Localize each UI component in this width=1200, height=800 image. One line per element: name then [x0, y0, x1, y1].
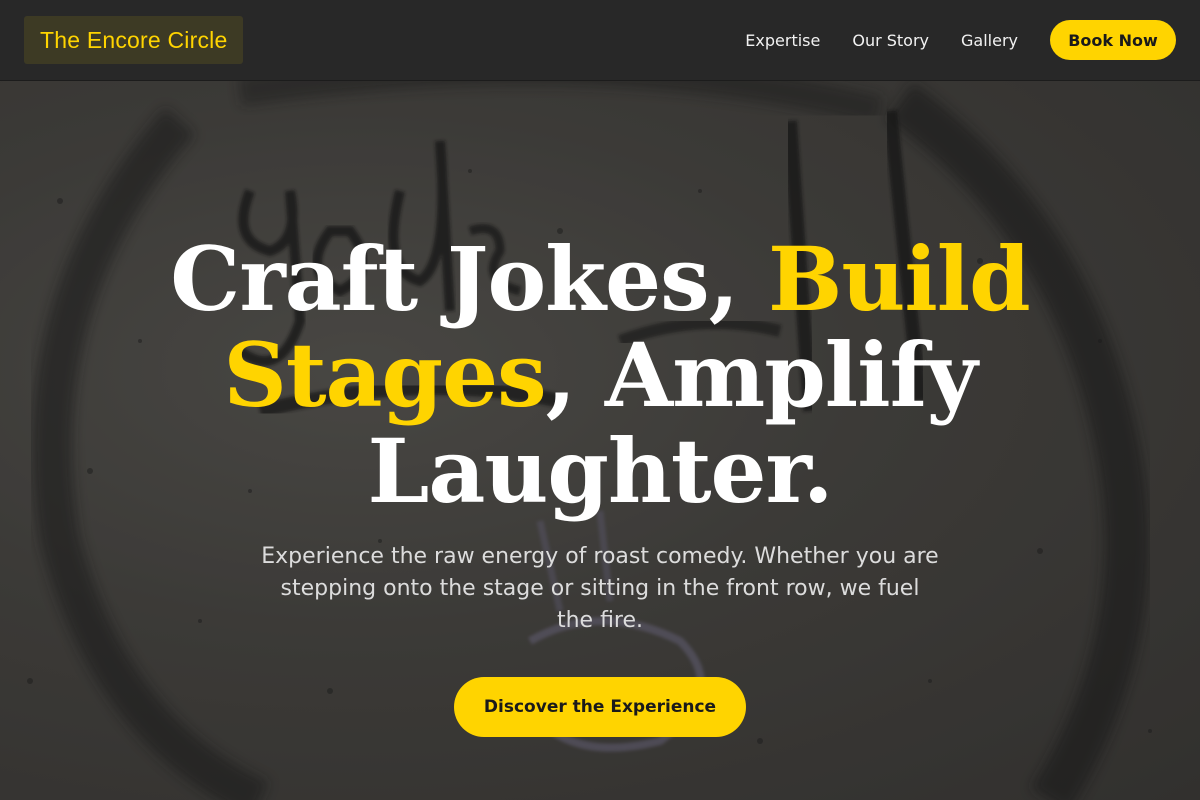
- nav-link-expertise[interactable]: Expertise: [745, 31, 820, 50]
- book-now-button[interactable]: Book Now: [1050, 20, 1176, 60]
- site-logo[interactable]: The Encore Circle: [24, 16, 244, 64]
- main-nav: Expertise Our Story Gallery: [745, 31, 1018, 50]
- nav-link-gallery[interactable]: Gallery: [961, 31, 1018, 50]
- hero-section: Craft Jokes, Build Stages, Amplify Laugh…: [0, 81, 1200, 800]
- headline-part-1: Craft Jokes,: [170, 227, 768, 331]
- site-header: The Encore Circle Expertise Our Story Ga…: [0, 0, 1200, 81]
- hero-subtext: Experience the raw energy of roast comed…: [261, 544, 939, 633]
- hero-content: Craft Jokes, Build Stages, Amplify Laugh…: [0, 81, 1200, 800]
- nav-link-our-story[interactable]: Our Story: [852, 31, 929, 50]
- discover-experience-button[interactable]: Discover the Experience: [454, 677, 746, 737]
- hero-headline: Craft Jokes, Build Stages, Amplify Laugh…: [150, 231, 1050, 519]
